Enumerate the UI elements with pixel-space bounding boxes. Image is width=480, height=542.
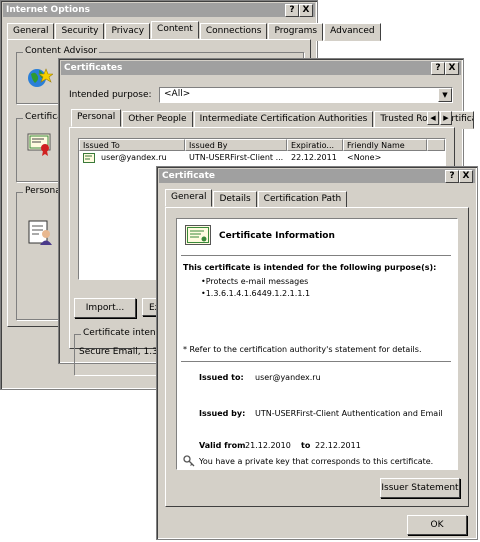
intended-purpose-label: Intended purpose: (69, 90, 152, 100)
issued-by-value: UTN-USERFirst-Client Authentication and … (255, 409, 443, 418)
certificate-icon (83, 153, 95, 163)
key-icon (183, 455, 195, 467)
ok-button[interactable]: OK (407, 515, 467, 535)
intended-purpose-select[interactable]: <All> ▼ (159, 87, 453, 103)
tab-advanced[interactable]: Advanced (324, 23, 381, 41)
close-button[interactable]: X (299, 4, 313, 17)
internet-options-title: Internet Options (6, 5, 90, 15)
help-button[interactable]: ? (285, 4, 299, 17)
valid-from-value: 21.12.2010 (245, 441, 291, 450)
content-advisor-label: Content Advisor (23, 46, 100, 56)
column-issued-to[interactable]: Issued To (79, 139, 185, 151)
valid-to-label: to (301, 441, 311, 450)
certificate-info-title: Certificate Information (219, 231, 335, 241)
cell-friendly-name: <None> (347, 153, 382, 162)
certificate-icon (185, 225, 211, 245)
tab-content[interactable]: Content (151, 21, 199, 39)
issued-to-value: user@yandex.ru (255, 373, 321, 382)
certificates-title: Certificates (64, 63, 123, 73)
address-book-icon (28, 220, 52, 245)
help-button[interactable]: ? (431, 62, 445, 75)
internet-options-titlebar: Internet Options ? X (3, 3, 315, 17)
certificate-titlebar: Certificate ? X (159, 169, 475, 183)
certificate-window: Certificate ? X General Details Certific… (156, 166, 478, 540)
cell-issued-by: UTN-USERFirst-Client ... (189, 153, 284, 162)
column-issued-by[interactable]: Issued By (185, 139, 287, 151)
cell-issued-to: user@yandex.ru (101, 153, 167, 162)
help-button[interactable]: ? (445, 170, 459, 183)
certificate-info-box: Certificate Information This certificate… (176, 218, 458, 470)
refer-note: * Refer to the certification authority's… (183, 345, 422, 354)
issued-by-label: Issued by: (199, 409, 246, 418)
close-button[interactable]: X (445, 62, 459, 75)
tab-scroll-right-icon[interactable]: ▶ (440, 111, 452, 125)
intended-purposes-heading: This certificate is intended for the fol… (183, 263, 437, 272)
column-expiration[interactable]: Expiratio... (287, 139, 343, 151)
purpose-item: •Protects e-mail messages (201, 277, 309, 286)
close-button[interactable]: X (459, 170, 473, 183)
tab-general[interactable]: General (165, 189, 213, 207)
cell-expiration: 22.12.2011 (291, 153, 337, 162)
valid-from-label: Valid from (199, 441, 246, 450)
certificate-title: Certificate (162, 171, 216, 181)
certificates-titlebar: Certificates ? X (61, 61, 461, 75)
purpose-item: •1.3.6.1.4.1.6449.1.2.1.1.1 (201, 289, 311, 298)
valid-to-value: 22.12.2011 (315, 441, 361, 450)
divider (181, 361, 451, 363)
divider (181, 255, 451, 257)
private-key-note: You have a private key that corresponds … (199, 457, 434, 466)
globe-star-icon (28, 68, 53, 87)
tab-personal[interactable]: Personal (71, 109, 122, 127)
certificate-icon (27, 133, 51, 156)
table-row[interactable]: user@yandex.ru UTN-USERFirst-Client ... … (79, 152, 427, 164)
import-button[interactable]: Import... (74, 298, 136, 318)
intended-purpose-value: <All> (164, 89, 191, 99)
column-friendly-name[interactable]: Friendly Name (343, 139, 427, 151)
column-filler (427, 139, 445, 151)
issuer-statement-button[interactable]: Issuer Statement (380, 478, 460, 498)
tab-scroll-left-icon[interactable]: ◀ (427, 111, 439, 125)
chevron-down-icon[interactable]: ▼ (438, 88, 452, 102)
issued-to-label: Issued to: (199, 373, 244, 382)
general-tab-panel: Certificate Information This certificate… (165, 207, 469, 507)
